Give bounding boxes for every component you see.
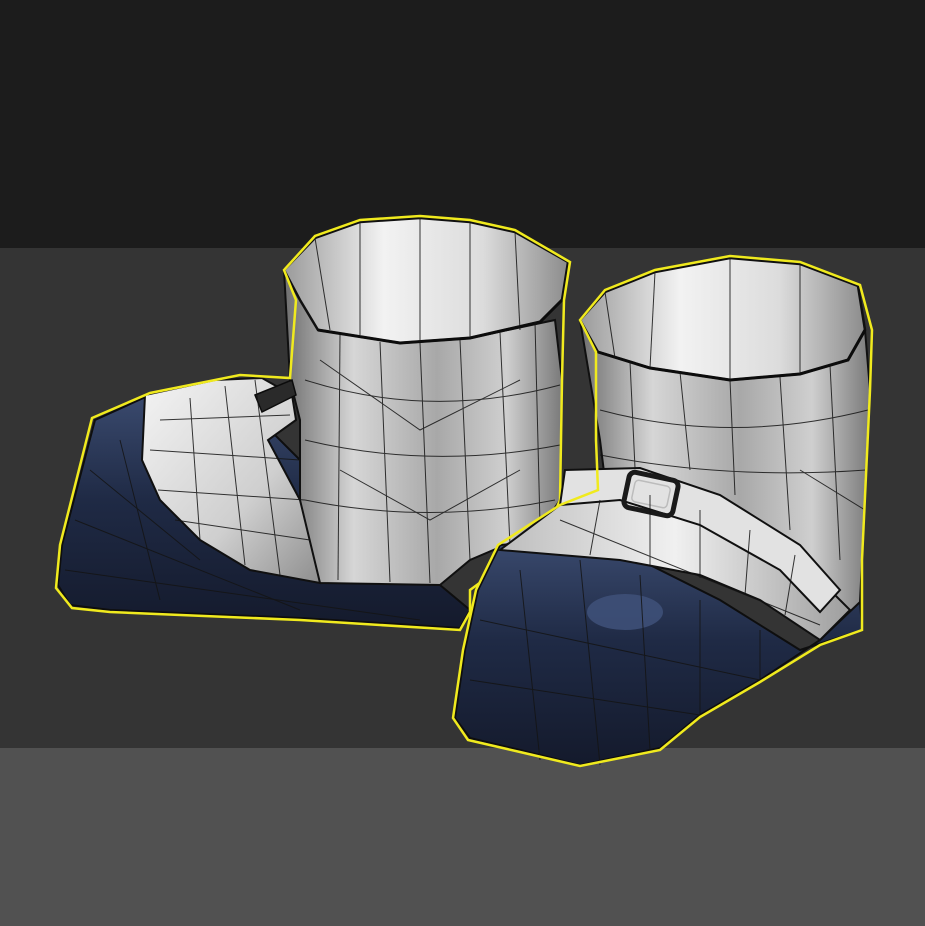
3d-viewport[interactable] bbox=[0, 0, 925, 926]
right-boot-sole-highlight bbox=[587, 594, 663, 630]
boots-scene bbox=[54, 214, 874, 768]
